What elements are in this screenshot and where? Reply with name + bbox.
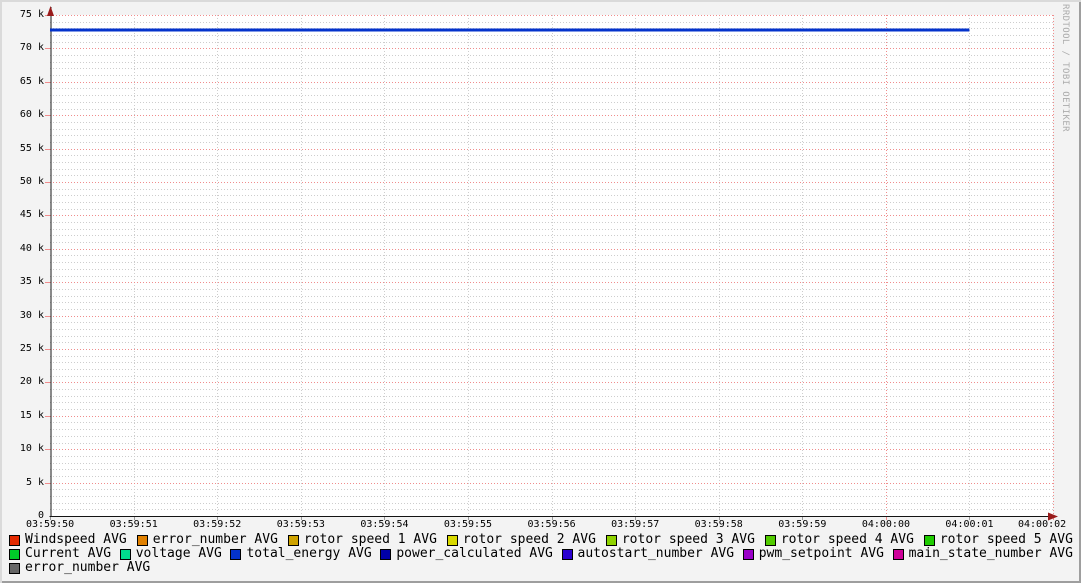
legend-swatch [9,562,20,574]
legend-swatch [923,534,935,546]
legend-label: voltage AVG [135,546,222,561]
y-tick-label: 70 k [19,42,44,54]
legend-item: power_calculated AVG [380,547,553,561]
legend-swatch [892,548,904,560]
y-tick-label: 15 k [19,409,44,421]
x-tick-label: 03:59:55 [443,519,493,530]
x-tick-label: 03:59:57 [611,519,660,530]
legend: Windspeed AVG error_number AVG rotor speed… [9,533,1073,575]
legend-swatch [380,548,392,560]
x-tick-label: 04:00:02 [1018,519,1067,530]
x-tick-label: 03:59:58 [694,519,743,530]
legend-label: autostart_number AVG [577,546,735,561]
watermark: RRDTOOL / TOBI OETIKER [1060,4,1070,133]
legend-swatch [287,534,299,546]
legend-item: total_energy AVG [230,546,372,561]
legend-swatch [136,534,148,546]
x-tick-label: 03:59:56 [527,519,576,530]
y-tick-label: 50 k [19,176,44,187]
x-tick-label: 03:59:52 [193,519,242,530]
y-tick-label: 30 k [19,309,44,321]
y-tick-label: 5 k [25,476,44,488]
legend-item: autostart_number AVG [561,546,735,561]
legend-label: Windspeed AVG [25,532,127,547]
legend-label: power_calculated AVG [396,546,553,561]
y-tick-label: 25 k [19,343,44,354]
legend-label: total_energy AVG [246,546,372,561]
legend-swatch [9,534,20,546]
legend-item: error_number AVG [136,532,278,547]
legend-swatch [119,548,131,560]
y-tick-label: 75 k [19,9,44,20]
legend-swatch [9,548,20,560]
rrdtool-graph: 05 k 10 k 15 k 20 k 25 k 30 k 35 k 40 k 45 k 50 k… [0,0,1081,583]
legend-label: rotor speed 2 AVG [462,532,596,547]
legend-row: error_number AVG [9,561,1073,575]
legend-swatch [446,534,458,546]
y-tick-label: 35 k [19,276,44,288]
legend-swatch [605,534,617,546]
legend-label: rotor speed 4 AVG [780,532,914,547]
legend-swatch [742,548,754,560]
y-tick-label: 65 k [19,75,44,87]
legend-label: error_number AVG [25,560,151,575]
legend-swatch [561,548,573,560]
x-tick-label: 04:00:00 [861,519,910,530]
legend-item: main_state_number AVG [892,546,1073,561]
legend-item: rotor speed 2 AVG [446,532,596,547]
legend-label: pwm_setpoint AVG [758,546,884,561]
x-tick-label: 03:59:53 [276,519,325,530]
x-tick-label: 03:59:59 [778,519,827,530]
plot-area [45,6,1058,521]
y-tick-label: 20 k [19,376,44,388]
y-tick-label: 60 k [19,109,44,121]
legend-row: Windspeed AVG error_number AVG rotor speed… [9,533,1073,547]
legend-item: error_number AVG [9,561,150,575]
y-tick-label: 40 k [19,242,44,254]
legend-label: error_number AVG [152,532,278,547]
legend-item: rotor speed 3 AVG [605,532,755,547]
x-tick-label: 04:00:01 [945,519,994,530]
legend-item: rotor speed 1 AVG [287,532,437,547]
legend-item: pwm_setpoint AVG [742,546,884,561]
legend-swatch [764,534,776,546]
legend-item: Windspeed AVG [9,533,127,547]
legend-label: main_state_number AVG [908,546,1073,561]
y-tick-label: 10 k [19,443,44,455]
legend-swatch [230,548,242,560]
legend-item: rotor speed 4 AVG [764,532,914,547]
legend-label: rotor speed 5 AVG [939,532,1073,547]
x-tick-label: 03:59:50 [26,519,75,530]
legend-label: rotor speed 1 AVG [303,532,437,547]
x-tick-label: 03:59:54 [360,519,409,530]
legend-item: voltage AVG [119,546,222,561]
y-tick-label: 45 k [19,209,44,221]
legend-label: Current AVG [25,546,112,561]
legend-row: Current AVG voltage AVG total_energy AVG po… [9,547,1073,561]
legend-item: Current AVG [9,547,111,561]
x-tick-label: 03:59:51 [109,519,158,530]
legend-label: rotor speed 3 AVG [621,532,755,547]
y-tick-label: 55 k [19,142,44,154]
legend-item: rotor speed 5 AVG [923,532,1073,547]
